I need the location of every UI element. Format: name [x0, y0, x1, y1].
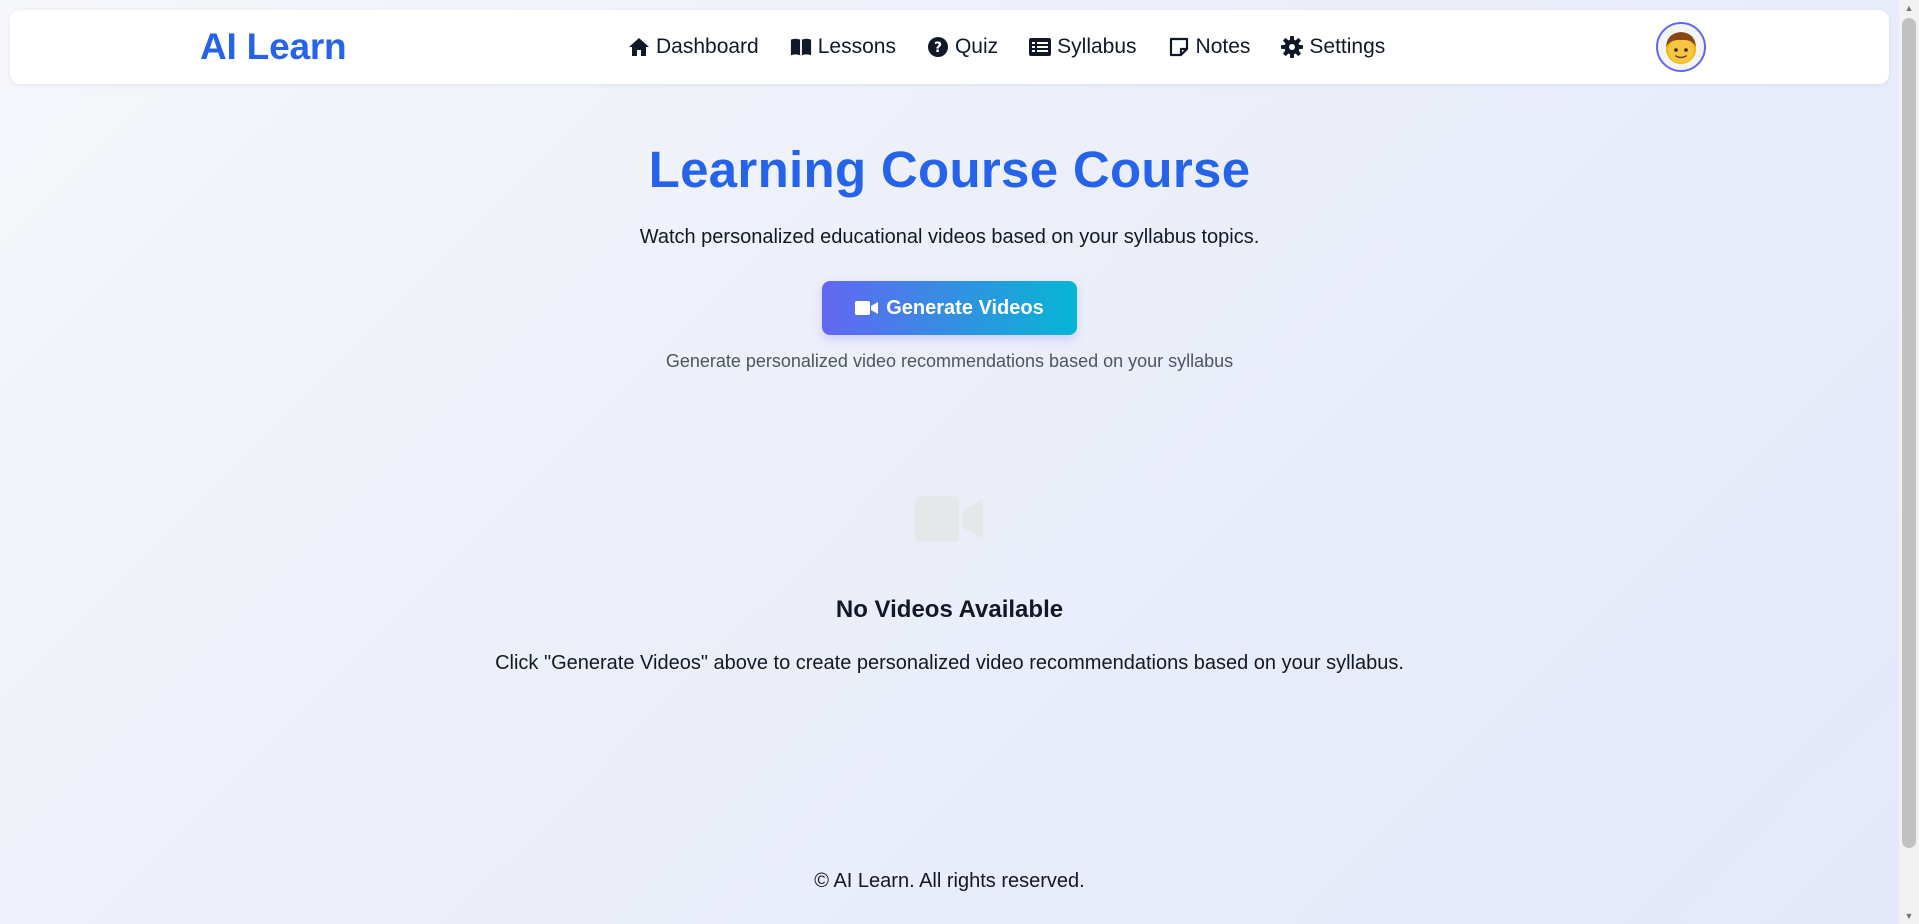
empty-state-title: No Videos Available — [835, 596, 1064, 623]
nav-label: Notes — [1195, 35, 1251, 58]
footer-copyright: © AI Learn. All rights reserved. — [814, 870, 1085, 892]
nav-label: Settings — [1309, 35, 1386, 58]
nav-label: Quiz — [954, 35, 999, 58]
user-avatar[interactable] — [1656, 22, 1706, 72]
page-title: Learning Course Course — [648, 141, 1251, 198]
list-icon — [1029, 36, 1052, 58]
page-scrollbar[interactable]: ▲ ▼ — [1899, 0, 1919, 924]
page: AI Learn Dashboard Lessons ? Quiz Syllab… — [0, 0, 1899, 924]
nav-item-dashboard[interactable]: Dashboard — [628, 35, 759, 59]
page-subtitle: Watch personalized educational videos ba… — [639, 226, 1260, 248]
generate-videos-label: Generate Videos — [886, 296, 1044, 319]
book-icon — [790, 36, 812, 58]
question-circle-icon: ? — [927, 36, 949, 58]
top-navbar: AI Learn Dashboard Lessons ? Quiz Syllab… — [10, 10, 1889, 84]
generate-hint: Generate personalized video recommendati… — [665, 351, 1234, 371]
boy-emoji-avatar-icon — [1666, 32, 1696, 64]
nav-item-quiz[interactable]: ? Quiz — [927, 35, 998, 59]
scroll-up-icon[interactable]: ▲ — [1899, 0, 1919, 16]
svg-text:?: ? — [934, 40, 942, 56]
home-icon — [628, 36, 650, 58]
nav-item-lessons[interactable]: Lessons — [790, 35, 896, 59]
brand-logo[interactable]: AI Learn — [200, 10, 347, 84]
note-icon — [1168, 36, 1190, 58]
nav-item-notes[interactable]: Notes — [1168, 35, 1251, 59]
nav-label: Lessons — [817, 35, 896, 58]
main-nav: Dashboard Lessons ? Quiz Syllabus Notes … — [628, 10, 1385, 84]
generate-videos-button[interactable]: Generate Videos — [822, 281, 1077, 335]
nav-item-settings[interactable]: Settings — [1281, 35, 1385, 59]
scroll-down-icon[interactable]: ▼ — [1899, 908, 1919, 924]
nav-label: Syllabus — [1057, 35, 1137, 58]
scrollbar-thumb[interactable] — [1902, 18, 1916, 848]
gear-icon — [1281, 36, 1304, 58]
video-camera-icon — [855, 300, 879, 316]
nav-label: Dashboard — [656, 35, 759, 58]
empty-state-text: Click "Generate Videos" above to create … — [495, 652, 1404, 674]
video-camera-icon — [915, 494, 985, 544]
nav-item-syllabus[interactable]: Syllabus — [1029, 35, 1137, 59]
